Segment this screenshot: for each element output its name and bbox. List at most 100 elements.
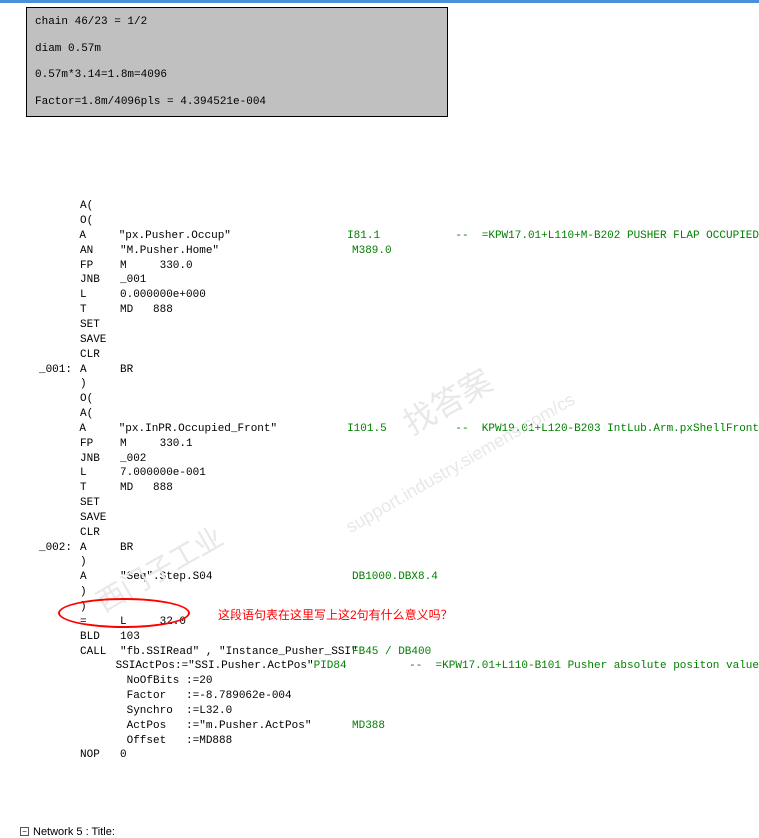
code-listing: 西门子工业 support.industry.siemens.com/cs 找答… — [0, 121, 759, 808]
operand — [120, 348, 352, 363]
label — [28, 630, 80, 645]
address — [352, 466, 462, 481]
opcode: A — [80, 541, 120, 556]
address: MD388 — [352, 719, 462, 734]
code-line: TMD 888 — [28, 303, 759, 318]
address: I101.5 — [347, 422, 455, 437]
operand: "px.Pusher.Occup" — [119, 229, 347, 244]
operand: MD 888 — [120, 303, 352, 318]
operand — [120, 199, 352, 214]
label — [28, 585, 80, 600]
label — [28, 348, 80, 363]
address: I81.1 — [347, 229, 455, 244]
operand: "Seq".Step.S04 — [120, 570, 352, 585]
code-line: L0.000000e+000 — [28, 288, 759, 303]
comment: -- =KPW17.01+L110-B101 Pusher absolute p… — [409, 659, 759, 674]
code-line: A"px.Pusher.Occup"I81.1-- =KPW17.01+L110… — [28, 229, 759, 244]
operand: 103 — [120, 630, 352, 645]
label — [28, 422, 79, 437]
label — [28, 719, 80, 734]
title-bar — [0, 0, 759, 3]
address — [352, 674, 462, 689]
code-line: O( — [28, 392, 759, 407]
opcode: BLD — [80, 630, 120, 645]
code-line: _002:ABR — [28, 541, 759, 556]
address — [352, 407, 462, 422]
operand — [120, 526, 352, 541]
code-line: NOP0 — [28, 748, 759, 763]
label — [28, 392, 80, 407]
opcode: O( — [80, 214, 120, 229]
label — [28, 244, 80, 259]
opcode: AN — [80, 244, 120, 259]
operand: "fb.SSIRead" , "Instance_Pusher_SSI" — [120, 645, 352, 660]
address — [352, 259, 462, 274]
label — [28, 674, 80, 689]
address: FB45 / DB400 — [352, 645, 462, 660]
operand — [120, 318, 352, 333]
label — [28, 659, 74, 674]
address — [352, 555, 462, 570]
operand: Factor :=-8.789062e-004 — [120, 689, 352, 704]
label — [28, 437, 80, 452]
code-line: ActPos :="m.Pusher.ActPos"MD388 — [28, 719, 759, 734]
opcode — [80, 674, 120, 689]
code-line: CALL"fb.SSIRead" , "Instance_Pusher_SSI"… — [28, 645, 759, 660]
comment: -- KPW19.01+L120-B203 IntLub.Arm.pxShell… — [455, 422, 759, 437]
address — [352, 452, 462, 467]
code-line: AN"M.Pusher.Home"M389.0 — [28, 244, 759, 259]
address — [352, 377, 462, 392]
address — [352, 481, 462, 496]
label — [28, 481, 80, 496]
opcode: ) — [80, 585, 120, 600]
label — [28, 318, 80, 333]
network-header[interactable]: − Network 5 : Title: — [20, 826, 759, 838]
info-line: chain 46/23 = 1/2 — [35, 14, 439, 31]
address — [352, 392, 462, 407]
label — [28, 704, 80, 719]
label — [28, 214, 80, 229]
opcode: JNB — [80, 452, 120, 467]
label — [28, 273, 80, 288]
opcode: L — [80, 288, 120, 303]
label — [28, 229, 79, 244]
code-line: JNB_002 — [28, 452, 759, 467]
label — [28, 407, 80, 422]
label: _001: — [28, 363, 80, 378]
operand — [120, 407, 352, 422]
operand — [120, 511, 352, 526]
opcode: ) — [80, 377, 120, 392]
code-line: TMD 888 — [28, 481, 759, 496]
operand: _002 — [120, 452, 352, 467]
address: DB1000.DBX8.4 — [352, 570, 462, 585]
operand — [120, 555, 352, 570]
address — [352, 199, 462, 214]
address — [352, 273, 462, 288]
opcode: JNB — [80, 273, 120, 288]
code-line: SET — [28, 318, 759, 333]
info-line: diam 0.57m — [35, 41, 439, 58]
code-line: SET — [28, 496, 759, 511]
collapse-icon[interactable]: − — [20, 827, 29, 836]
label — [28, 645, 80, 660]
address — [352, 704, 462, 719]
operand: "M.Pusher.Home" — [120, 244, 352, 259]
opcode: T — [80, 303, 120, 318]
label — [28, 288, 80, 303]
label — [28, 303, 80, 318]
opcode: A — [79, 229, 118, 244]
operand — [120, 392, 352, 407]
operand: 0 — [120, 748, 352, 763]
comment: -- =KPW17.01+L110+M-B202 PUSHER FLAP OCC… — [455, 229, 759, 244]
code-line: BLD103 — [28, 630, 759, 645]
code-line: Factor :=-8.789062e-004 — [28, 689, 759, 704]
code-line: NoOfBits :=20 — [28, 674, 759, 689]
opcode: O( — [80, 392, 120, 407]
operand: 7.000000e-001 — [120, 466, 352, 481]
opcode: A — [79, 422, 118, 437]
opcode: CALL — [80, 645, 120, 660]
opcode — [80, 704, 120, 719]
address — [352, 333, 462, 348]
opcode: CLR — [80, 526, 120, 541]
opcode: A — [80, 363, 120, 378]
